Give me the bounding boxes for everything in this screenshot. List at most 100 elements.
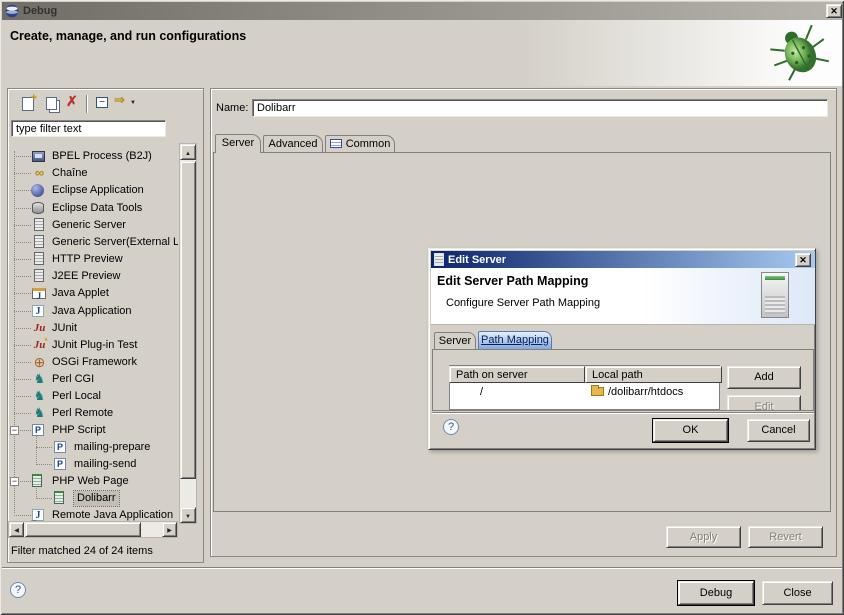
dialog-close-button[interactable]: ✕ <box>795 253 811 267</box>
perl-icon <box>32 389 47 404</box>
name-label: Name: <box>216 102 248 114</box>
collapse-expander-icon[interactable]: − <box>10 426 19 435</box>
tree-item-remote-java-application[interactable]: Remote Java Application <box>8 507 178 521</box>
scroll-down-icon[interactable] <box>180 507 196 523</box>
server-icon <box>34 269 44 282</box>
cell-local-path[interactable]: /dolibarr/htdocs <box>591 384 719 401</box>
tab-advanced[interactable]: Advanced <box>263 135 323 152</box>
edit-mapping-button[interactable]: Edit <box>727 395 801 411</box>
column-header-path-on-server[interactable]: Path on server <box>449 366 585 383</box>
banner-title: Create, manage, and run configurations <box>10 29 246 43</box>
perl-icon <box>32 406 47 421</box>
dialog-subheading: Configure Server Path Mapping <box>446 297 600 309</box>
close-button[interactable]: Close <box>762 581 833 605</box>
new-configuration-icon[interactable] <box>22 97 34 111</box>
revert-button[interactable]: Revert <box>748 526 823 548</box>
delete-configuration-icon[interactable] <box>66 93 84 110</box>
column-header-local-path[interactable]: Local path <box>585 366 722 383</box>
duplicate-configuration-icon[interactable] <box>46 97 57 110</box>
php-web-server-icon <box>54 491 64 504</box>
php-icon <box>32 424 44 436</box>
tree-item-mailing-send[interactable]: mailing-send <box>8 456 178 473</box>
tree-item-http-preview[interactable]: HTTP Preview <box>8 251 178 268</box>
dialog-help-icon[interactable] <box>443 419 459 435</box>
name-input[interactable] <box>252 99 828 117</box>
filter-status: Filter matched 24 of 24 items <box>11 545 153 557</box>
java-icon <box>32 305 44 317</box>
remote-java-icon <box>32 509 44 521</box>
vertical-scroll-thumb[interactable] <box>180 161 196 479</box>
tree-item-php-web-page[interactable]: −PHP Web Page <box>8 473 178 490</box>
php-icon <box>54 441 66 453</box>
edit-server-dialog: Edit Server ✕ Edit Server Path Mapping C… <box>428 248 816 450</box>
path-mapping-pane: Path on server Local path / /dolibarr/ht… <box>432 349 814 411</box>
scroll-right-icon[interactable] <box>162 522 177 537</box>
debug-configuration-window: Debug ✕ Create, manage, and run configur… <box>0 0 844 615</box>
server-icon <box>34 252 44 265</box>
cell-server-path[interactable]: / <box>480 384 580 401</box>
tree-item-bpel-process[interactable]: BPEL Process (B2J) <box>8 148 178 165</box>
tree-item-generic-server-external[interactable]: Generic Server(External La <box>8 234 178 251</box>
tree-item-php-script[interactable]: −PHP Script <box>8 422 178 439</box>
tree-vertical-scrollbar[interactable] <box>179 143 197 524</box>
tree-item-eclipse-data-tools[interactable]: Eclipse Data Tools <box>8 200 178 217</box>
scroll-left-icon[interactable] <box>9 522 24 537</box>
filter-input[interactable] <box>11 120 166 137</box>
window-close-button[interactable]: ✕ <box>826 4 842 18</box>
dialog-heading: Edit Server Path Mapping <box>437 274 588 288</box>
perl-icon <box>32 372 47 387</box>
tree-item-eclipse-application[interactable]: Eclipse Application <box>8 182 178 199</box>
applet-icon <box>32 288 46 299</box>
folder-icon <box>591 387 604 396</box>
cancel-button[interactable]: Cancel <box>747 419 810 442</box>
tab-server[interactable]: Server <box>215 134 261 153</box>
junit-plugin-icon <box>32 338 47 353</box>
server-icon <box>34 218 44 231</box>
scroll-up-icon[interactable] <box>180 144 196 160</box>
header-banner: Create, manage, and run configurations <box>2 20 842 86</box>
apply-button[interactable]: Apply <box>666 526 741 548</box>
tree-item-java-application[interactable]: Java Application <box>8 303 178 320</box>
server-tower-icon <box>761 272 789 318</box>
edit-server-titlebar: Edit Server <box>431 251 815 268</box>
filter-menu-caret-icon[interactable] <box>130 95 148 112</box>
edit-server-title: Edit Server <box>448 254 506 266</box>
debug-bug-icon <box>762 22 836 82</box>
tree-item-perl-remote[interactable]: Perl Remote <box>8 405 178 422</box>
horizontal-scroll-thumb[interactable] <box>25 522 141 537</box>
tab-common[interactable]: Common <box>325 135 395 152</box>
database-icon <box>32 202 44 214</box>
collapse-expander-icon[interactable]: − <box>10 477 19 486</box>
common-tab-icon <box>330 139 342 148</box>
php-web-server-icon <box>32 474 42 487</box>
tree-item-chaine[interactable]: Chaîne <box>8 165 178 182</box>
tree-item-mailing-prepare[interactable]: mailing-prepare <box>8 439 178 456</box>
tree-item-junit-plugin-test[interactable]: JUnit Plug-in Test <box>8 337 178 354</box>
ok-button[interactable]: OK <box>653 419 728 442</box>
debug-button[interactable]: Debug <box>678 581 754 605</box>
tree-item-junit[interactable]: JUnit <box>8 320 178 337</box>
collapse-all-icon[interactable] <box>96 97 108 108</box>
dialog-separator <box>432 412 814 414</box>
tree-item-perl-cgi[interactable]: Perl CGI <box>8 371 178 388</box>
eclipse-logo-icon <box>5 4 19 18</box>
tree-horizontal-scrollbar[interactable] <box>8 521 178 538</box>
edit-server-header: Edit Server Path Mapping Configure Serve… <box>431 268 815 325</box>
tree-item-perl-local[interactable]: Perl Local <box>8 388 178 405</box>
tree-item-osgi-framework[interactable]: OSGi Framework <box>8 354 178 371</box>
tree-item-java-applet[interactable]: Java Applet <box>8 285 178 302</box>
footer-separator <box>2 567 842 569</box>
add-mapping-button[interactable]: Add <box>727 366 801 389</box>
toolbar-separator <box>86 95 88 113</box>
window-title: Debug <box>23 5 57 17</box>
bpel-process-icon <box>32 151 45 162</box>
tree-item-j2ee-preview[interactable]: J2EE Preview <box>8 268 178 285</box>
tree-item-dolibarr[interactable]: Dolibarr <box>8 490 178 507</box>
eclipse-sphere-icon <box>31 184 44 197</box>
dialog-tab-path-mapping[interactable]: Path Mapping <box>478 331 552 349</box>
server-icon <box>34 235 44 248</box>
help-icon[interactable] <box>10 582 26 598</box>
osgi-icon <box>32 355 47 370</box>
dialog-tab-server[interactable]: Server <box>434 332 476 349</box>
tree-item-generic-server[interactable]: Generic Server <box>8 217 178 234</box>
